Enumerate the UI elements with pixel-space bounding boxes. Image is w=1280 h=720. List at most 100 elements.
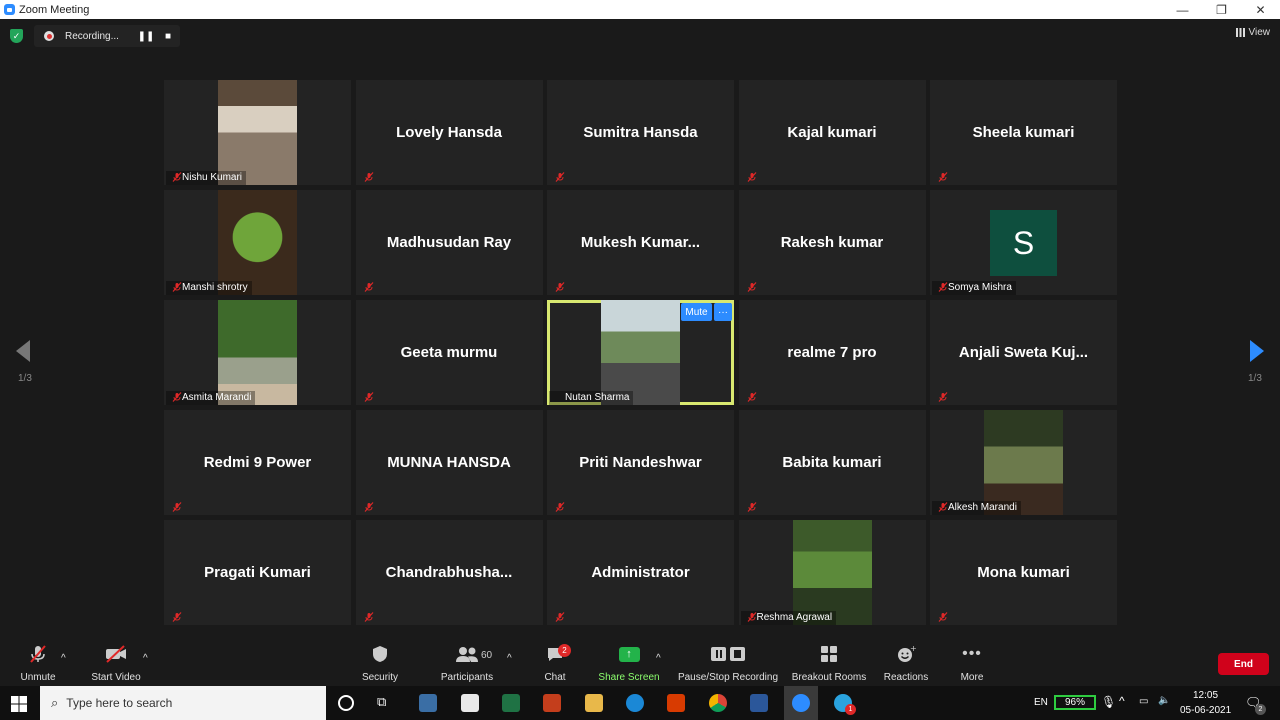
reactions-label: Reactions	[883, 672, 929, 683]
page-indicator-left: 1/3	[18, 373, 32, 384]
close-button[interactable]: ✕	[1241, 0, 1280, 19]
tray-volume-icon[interactable]: 🔈	[1158, 695, 1170, 706]
muted-mic-icon	[747, 612, 756, 622]
participant-tile[interactable]: Geeta murmu	[355, 300, 543, 405]
file-explorer-icon[interactable]	[585, 694, 603, 712]
excel-icon[interactable]	[502, 694, 520, 712]
participant-tile[interactable]: Reshma Agrawal	[738, 520, 926, 625]
security-button[interactable]: Security	[358, 636, 402, 686]
recording-indicator: Recording... ❚❚ ■	[34, 25, 180, 47]
maximize-button[interactable]: ❐	[1202, 0, 1241, 19]
participant-tile[interactable]: Chandrabhusha...	[355, 520, 543, 625]
muted-mic-icon	[364, 392, 373, 402]
tray-chevron-icon[interactable]: ^	[1119, 694, 1125, 708]
task-view-icon[interactable]: ⧉	[377, 694, 395, 712]
end-meeting-button[interactable]: End	[1218, 653, 1269, 675]
view-label: View	[1248, 27, 1271, 38]
start-video-button[interactable]: Start Video	[88, 636, 144, 686]
tile-mute-button[interactable]: Mute	[681, 303, 712, 321]
office-icon[interactable]	[667, 694, 685, 712]
pause-stop-recording-button[interactable]: Pause/Stop Recording	[676, 636, 780, 686]
mic-off-icon	[28, 636, 48, 672]
share-options-caret[interactable]: ^	[656, 653, 661, 667]
participant-tile[interactable]: S Somya Mishra	[930, 190, 1117, 295]
app-icon-1[interactable]	[419, 694, 437, 712]
participant-tile[interactable]: Priti Nandeshwar	[547, 410, 734, 515]
participant-tile[interactable]: Rakesh kumar	[738, 190, 926, 295]
reactions-button[interactable]: + Reactions	[882, 636, 930, 686]
participant-name: Mukesh Kumar...	[580, 234, 701, 251]
taskbar-search-box[interactable]: ⌕ Type here to search	[40, 686, 326, 720]
participant-tile[interactable]: Mona kumari	[930, 520, 1117, 625]
participant-tile[interactable]: Nishu Kumari	[164, 80, 351, 185]
clock-time[interactable]: 12:05	[1193, 690, 1218, 701]
muted-mic-icon	[747, 282, 756, 292]
pdf-app-icon[interactable]	[543, 694, 561, 712]
participant-tile[interactable]: Alkesh Marandi	[930, 410, 1117, 515]
participant-tile[interactable]: Redmi 9 Power	[164, 410, 351, 515]
participant-tile[interactable]: Sumitra Hansda	[547, 80, 734, 185]
participant-tile[interactable]: Pragati Kumari	[164, 520, 351, 625]
edge-icon[interactable]	[626, 694, 644, 712]
participant-tile[interactable]: Kajal kumari	[738, 80, 926, 185]
clock-date[interactable]: 05-06-2021	[1180, 705, 1231, 716]
participant-tile[interactable]: Lovely Hansda	[355, 80, 543, 185]
participant-tile[interactable]: Asmita Marandi	[164, 300, 351, 405]
battery-indicator[interactable]: 96%	[1054, 695, 1096, 710]
participant-tile[interactable]: Madhusudan Ray	[355, 190, 543, 295]
chat-button[interactable]: Chat	[535, 636, 575, 686]
windows-start-icon[interactable]	[11, 696, 27, 712]
windows-taskbar: ⌕ Type here to search ⧉ 1 EN 96% 🎙 ^ ▭ 🔈…	[0, 686, 1280, 720]
participant-tile[interactable]: realme 7 pro	[738, 300, 926, 405]
participants-count: 60	[481, 650, 493, 661]
muted-mic-icon	[555, 282, 565, 292]
participant-name: Pragati Kumari	[204, 564, 311, 581]
video-options-caret[interactable]: ^	[143, 653, 148, 667]
participant-video	[601, 300, 680, 405]
participant-tile[interactable]: MUNNA HANSDA	[355, 410, 543, 515]
cortana-icon[interactable]	[338, 695, 354, 711]
participant-tile[interactable]: Mukesh Kumar...	[547, 190, 734, 295]
participant-tile[interactable]: Sheela kumari	[930, 80, 1117, 185]
tray-mic-icon[interactable]: 🎙	[1101, 695, 1116, 709]
participant-name: Babita kumari	[782, 454, 882, 471]
participant-name: Priti Nandeshwar	[579, 454, 702, 471]
pause-recording-button[interactable]: ❚❚	[135, 31, 157, 42]
muted-mic-icon	[555, 502, 565, 512]
unmute-button[interactable]: Unmute	[16, 636, 60, 686]
participants-options-caret[interactable]: ^	[507, 653, 512, 667]
zoom-taskbar-icon[interactable]	[792, 694, 810, 712]
minimize-button[interactable]: —	[1163, 0, 1202, 19]
more-button[interactable]: ••• More	[955, 636, 989, 686]
participant-tile[interactable]: Anjali Sweta Kuj...	[930, 300, 1117, 405]
muted-mic-icon	[938, 612, 948, 622]
tray-battery-icon[interactable]: ▭	[1139, 696, 1148, 707]
tile-more-button[interactable]: ···	[714, 303, 732, 321]
participants-button[interactable]: Participants	[437, 636, 497, 686]
breakout-rooms-button[interactable]: Breakout Rooms	[790, 636, 868, 686]
store-icon[interactable]	[461, 694, 479, 712]
participant-tile[interactable]: Manshi shrotry	[164, 190, 351, 295]
language-indicator[interactable]: EN	[1034, 697, 1048, 708]
participant-tile[interactable]: Nutan Sharma Mute ···	[547, 300, 734, 405]
encryption-shield-icon[interactable]: ✓	[10, 29, 23, 43]
view-button[interactable]: View	[1235, 27, 1271, 38]
stop-recording-button[interactable]: ■	[157, 31, 179, 42]
participant-tile[interactable]: Babita kumari	[738, 410, 926, 515]
participant-video	[218, 300, 297, 405]
chrome-icon[interactable]	[709, 694, 727, 712]
participant-name: Rakesh kumar	[780, 234, 884, 251]
more-label: More	[960, 672, 984, 683]
word-icon[interactable]	[750, 694, 768, 712]
participant-name: Geeta murmu	[400, 344, 498, 361]
previous-page-arrow-icon[interactable]	[16, 340, 30, 362]
audio-options-caret[interactable]: ^	[61, 653, 66, 667]
security-shield-icon	[371, 636, 389, 672]
muted-mic-icon	[747, 172, 756, 182]
next-page-arrow-icon[interactable]	[1250, 340, 1264, 362]
participant-name: Madhusudan Ray	[386, 234, 512, 251]
share-screen-button[interactable]: ↑ Share Screen	[598, 636, 660, 686]
participant-video	[218, 190, 297, 295]
recording-dot-icon	[44, 31, 54, 41]
participant-tile[interactable]: Administrator	[547, 520, 734, 625]
